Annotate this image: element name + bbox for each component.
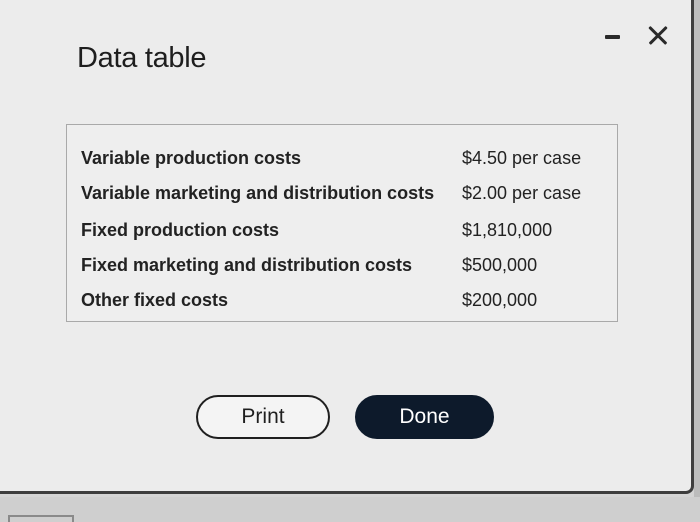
dialog-title: Data table [77,42,207,74]
row-value: $4.50 per case [462,148,582,168]
row-value: $500,000 [462,255,538,275]
data-table: Variable production costs $4.50 per case… [66,124,618,322]
row-label: Variable production costs [81,148,302,168]
table-row: Fixed marketing and distribution costs $… [67,249,617,279]
table-row: Variable production costs $4.50 per case [67,142,617,172]
row-label: Fixed production costs [81,220,280,240]
window-edge [694,0,700,522]
background-tab [8,515,74,522]
screen: Data table Variable production costs $4.… [0,0,700,522]
background-strip [0,497,700,522]
table-row: Variable marketing and distribution cost… [67,177,617,207]
row-value: $1,810,000 [462,220,553,240]
minimize-icon[interactable] [598,20,628,50]
table-row: Other fixed costs $200,000 [67,284,617,314]
table-row: Fixed production costs $1,810,000 [67,214,617,244]
row-label: Variable marketing and distribution cost… [81,183,435,203]
dialog-footer: Print Done [0,395,694,445]
done-button[interactable]: Done [355,395,494,439]
row-label: Fixed marketing and distribution costs [81,255,413,275]
print-button[interactable]: Print [196,395,330,439]
data-table-dialog: Data table Variable production costs $4.… [0,0,694,494]
close-icon[interactable] [643,20,673,50]
row-value: $2.00 per case [462,183,582,203]
row-value: $200,000 [462,290,538,310]
row-label: Other fixed costs [81,290,229,310]
